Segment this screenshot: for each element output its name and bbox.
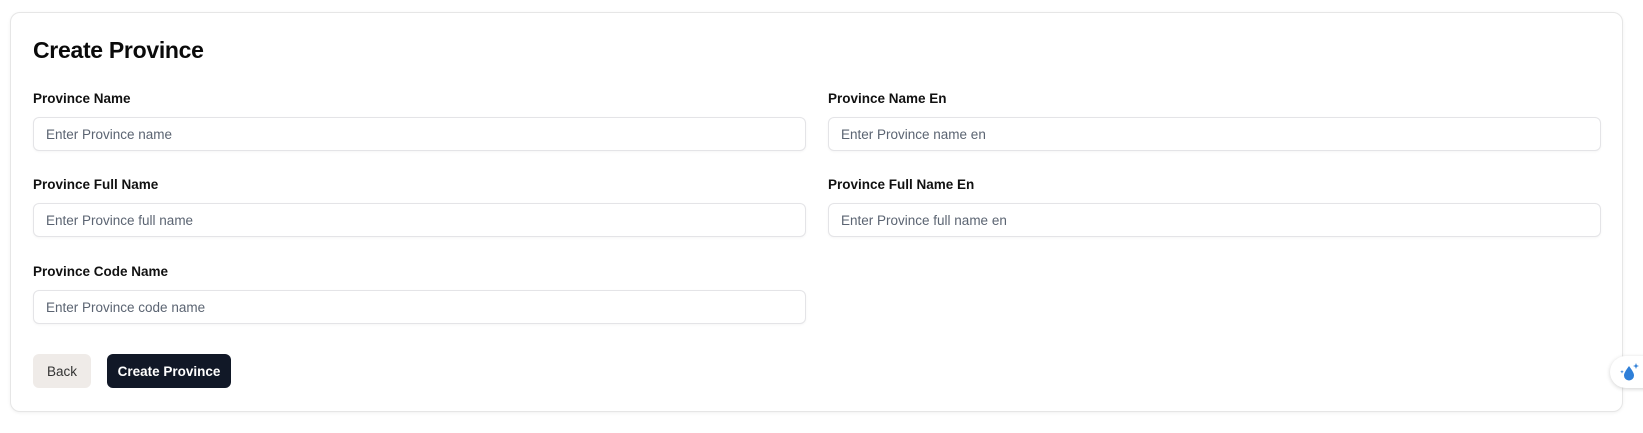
province-name-en-field: Province Name En: [828, 90, 1601, 151]
province-full-name-en-input[interactable]: [828, 203, 1601, 237]
province-code-name-input[interactable]: [33, 290, 806, 324]
page-title: Create Province: [33, 37, 204, 63]
province-name-en-label: Province Name En: [828, 91, 947, 106]
province-full-name-field: Province Full Name: [33, 176, 806, 237]
province-name-en-input[interactable]: [828, 117, 1601, 151]
province-full-name-en-field: Province Full Name En: [828, 176, 1601, 237]
province-name-label: Province Name: [33, 91, 131, 106]
province-full-name-input[interactable]: [33, 203, 806, 237]
create-province-card: Create Province Province Name Province N…: [10, 12, 1623, 412]
province-name-field: Province Name: [33, 90, 806, 151]
create-province-button[interactable]: Create Province: [107, 354, 231, 388]
back-button[interactable]: Back: [33, 354, 91, 388]
province-name-input[interactable]: [33, 117, 806, 151]
province-full-name-label: Province Full Name: [33, 177, 159, 192]
province-code-name-field: Province Code Name: [33, 263, 806, 324]
water-drop-sparkle-icon: [1620, 363, 1639, 381]
province-full-name-en-label: Province Full Name En: [828, 177, 975, 192]
province-code-name-label: Province Code Name: [33, 264, 169, 279]
floating-assistant-widget[interactable]: [1610, 356, 1643, 388]
